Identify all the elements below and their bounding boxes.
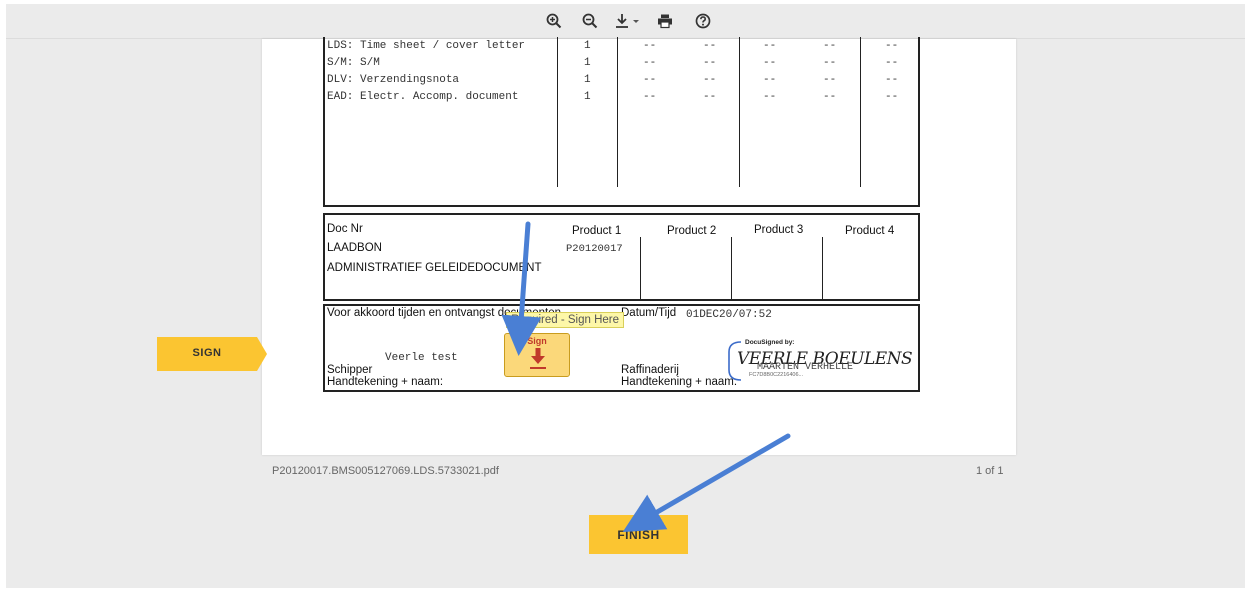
row-dash: -- [763, 40, 777, 52]
finish-button[interactable]: FINISH [589, 515, 688, 554]
viewer-toolbar [6, 4, 1245, 39]
documents-table: LDS: Time sheet / cover letter 1 -- -- -… [323, 37, 920, 207]
row-label: S/M: S/M [327, 57, 380, 69]
document-viewer: LDS: Time sheet / cover letter 1 -- -- -… [6, 4, 1245, 588]
row-qty: 1 [584, 74, 591, 86]
row-dash: -- [643, 91, 657, 103]
laadbon-label: LAADBON [327, 242, 382, 254]
row-dash: -- [885, 40, 899, 52]
row-label: EAD: Electr. Accomp. document [327, 91, 519, 103]
product-1-value: P20120017 [566, 243, 623, 255]
sign-here-field[interactable]: Sign [504, 333, 570, 377]
zoom-in-icon[interactable] [542, 9, 566, 33]
product-3-header: Product 3 [754, 224, 804, 236]
print-icon[interactable] [653, 9, 677, 33]
document-page: LDS: Time sheet / cover letter 1 -- -- -… [262, 37, 1016, 455]
required-sign-tooltip: Required - Sign Here [506, 312, 625, 328]
sign-tab[interactable]: SIGN [157, 337, 267, 371]
page-count: 1 of 1 [976, 465, 1004, 477]
product-1-header: Product 1 [572, 225, 622, 237]
row-dash: -- [885, 91, 899, 103]
row-dash: -- [823, 57, 837, 69]
handtekening-right: Handtekening + naam: [621, 376, 738, 388]
row-dash: -- [703, 91, 717, 103]
product-4-header: Product 4 [845, 225, 895, 237]
row-dash: -- [885, 57, 899, 69]
handtekening-left: Handtekening + naam: [327, 376, 444, 388]
row-dash: -- [885, 74, 899, 86]
admin-doc-label: ADMINISTRATIEF GELEIDEDOCUMENT [327, 262, 542, 274]
schipper-name: Veerle test [385, 352, 458, 364]
row-dash: -- [823, 74, 837, 86]
help-icon[interactable] [691, 9, 715, 33]
row-dash: -- [643, 40, 657, 52]
row-qty: 1 [584, 40, 591, 52]
row-dash: -- [643, 57, 657, 69]
datum-label: Datum/Tijd [621, 307, 677, 319]
schipper-label: Schipper [327, 364, 373, 376]
row-dash: -- [823, 91, 837, 103]
docusign-stamp: DocuSigned by: VEERLE BOEULENS MAARTEN V… [727, 339, 913, 384]
sign-field-label: Sign [527, 336, 547, 346]
row-dash: -- [823, 40, 837, 52]
row-dash: -- [643, 74, 657, 86]
row-label: LDS: Time sheet / cover letter [327, 40, 526, 52]
row-qty: 1 [584, 57, 591, 69]
download-icon[interactable] [612, 9, 644, 33]
row-dash: -- [763, 91, 777, 103]
row-dash: -- [703, 40, 717, 52]
docusigned-by-label: DocuSigned by: [745, 339, 795, 346]
row-dash: -- [703, 57, 717, 69]
raffinaderij-label: Raffinaderij [621, 364, 679, 376]
sign-tab-label: SIGN [192, 347, 222, 359]
row-dash: -- [763, 57, 777, 69]
row-dash: -- [763, 74, 777, 86]
zoom-out-icon[interactable] [578, 9, 602, 33]
product-2-header: Product 2 [667, 225, 717, 237]
doc-nr-label: Doc Nr [327, 223, 363, 235]
file-name: P20120017.BMS005127069.LDS.5733021.pdf [272, 465, 499, 477]
row-qty: 1 [584, 91, 591, 103]
row-dash: -- [703, 74, 717, 86]
download-arrow-icon [530, 348, 546, 369]
row-label: DLV: Verzendingsnota [327, 74, 460, 86]
doc-nr-box: Doc Nr Product 1 Product 2 Product 3 Pro… [323, 213, 920, 301]
signature-id: FC7D8B0C2216406... [749, 372, 804, 378]
datum-value: 01DEC20/07:52 [686, 309, 772, 321]
